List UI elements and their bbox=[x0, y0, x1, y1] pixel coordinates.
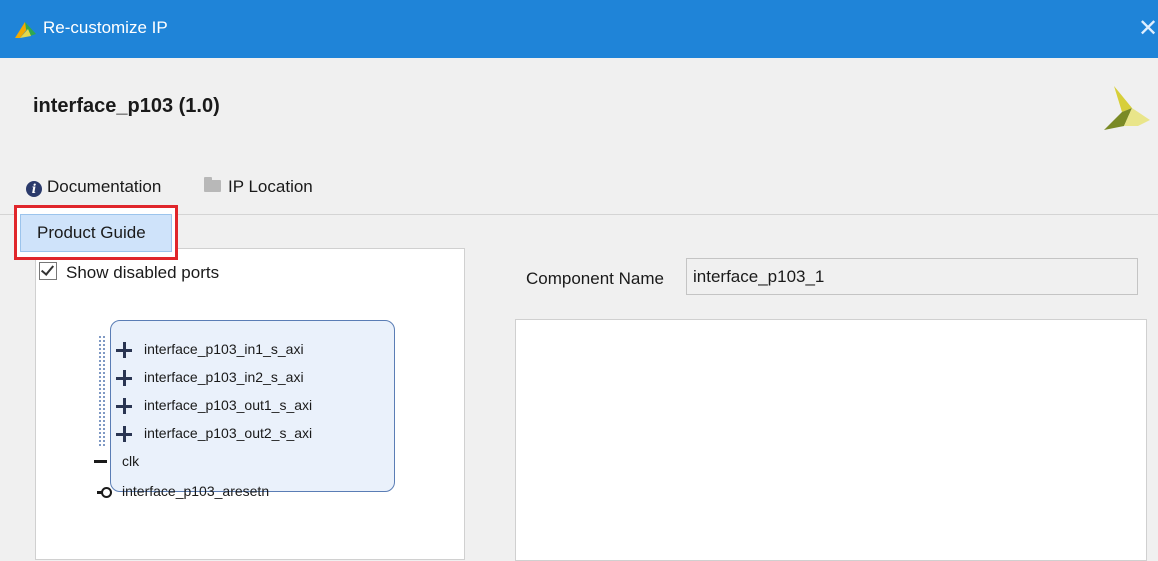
component-name-label: Component Name bbox=[526, 269, 664, 288]
menu-item-product-guide[interactable]: Product Guide bbox=[20, 214, 172, 252]
xilinx-logo-icon bbox=[1104, 86, 1150, 130]
expand-port-plus-icon[interactable] bbox=[116, 342, 132, 358]
documentation-menu: Product Guide bbox=[14, 205, 178, 260]
expand-port-plus-icon[interactable] bbox=[116, 370, 132, 386]
ip-location-button[interactable]: IP Location bbox=[204, 177, 313, 197]
interface-bus-marker bbox=[99, 336, 105, 446]
expand-port-plus-icon[interactable] bbox=[116, 426, 132, 442]
show-disabled-ports-option[interactable]: Show disabled ports bbox=[39, 262, 219, 283]
port-label: interface_p103_in1_s_axi bbox=[144, 341, 304, 357]
ip-name-title: interface_p103 (1.0) bbox=[33, 95, 220, 117]
configuration-panel bbox=[515, 319, 1147, 561]
clock-port-line-icon bbox=[94, 460, 107, 463]
port-label: clk bbox=[122, 453, 140, 469]
reset-port-icon bbox=[97, 486, 112, 499]
info-icon: i bbox=[26, 181, 42, 197]
port-label: interface_p103_aresetn bbox=[122, 483, 270, 499]
folder-icon bbox=[204, 177, 221, 192]
window-title: Re-customize IP bbox=[43, 18, 168, 37]
component-name-field[interactable]: interface_p103_1 bbox=[686, 258, 1138, 295]
close-icon[interactable]: ✕ bbox=[1138, 14, 1158, 43]
show-disabled-ports-label: Show disabled ports bbox=[66, 263, 220, 282]
expand-port-plus-icon[interactable] bbox=[116, 398, 132, 414]
show-disabled-ports-checkbox[interactable] bbox=[39, 262, 57, 280]
documentation-button[interactable]: i Documentation bbox=[26, 177, 161, 197]
port-label: interface_p103_out1_s_axi bbox=[144, 397, 313, 413]
port-label: interface_p103_in2_s_axi bbox=[144, 369, 304, 385]
port-label: interface_p103_out2_s_axi bbox=[144, 425, 313, 441]
title-bar: Re-customize IP ✕ bbox=[0, 0, 1158, 58]
vivado-logo-icon bbox=[15, 22, 36, 38]
documentation-label: Documentation bbox=[47, 177, 162, 196]
ip-location-label: IP Location bbox=[228, 177, 313, 196]
